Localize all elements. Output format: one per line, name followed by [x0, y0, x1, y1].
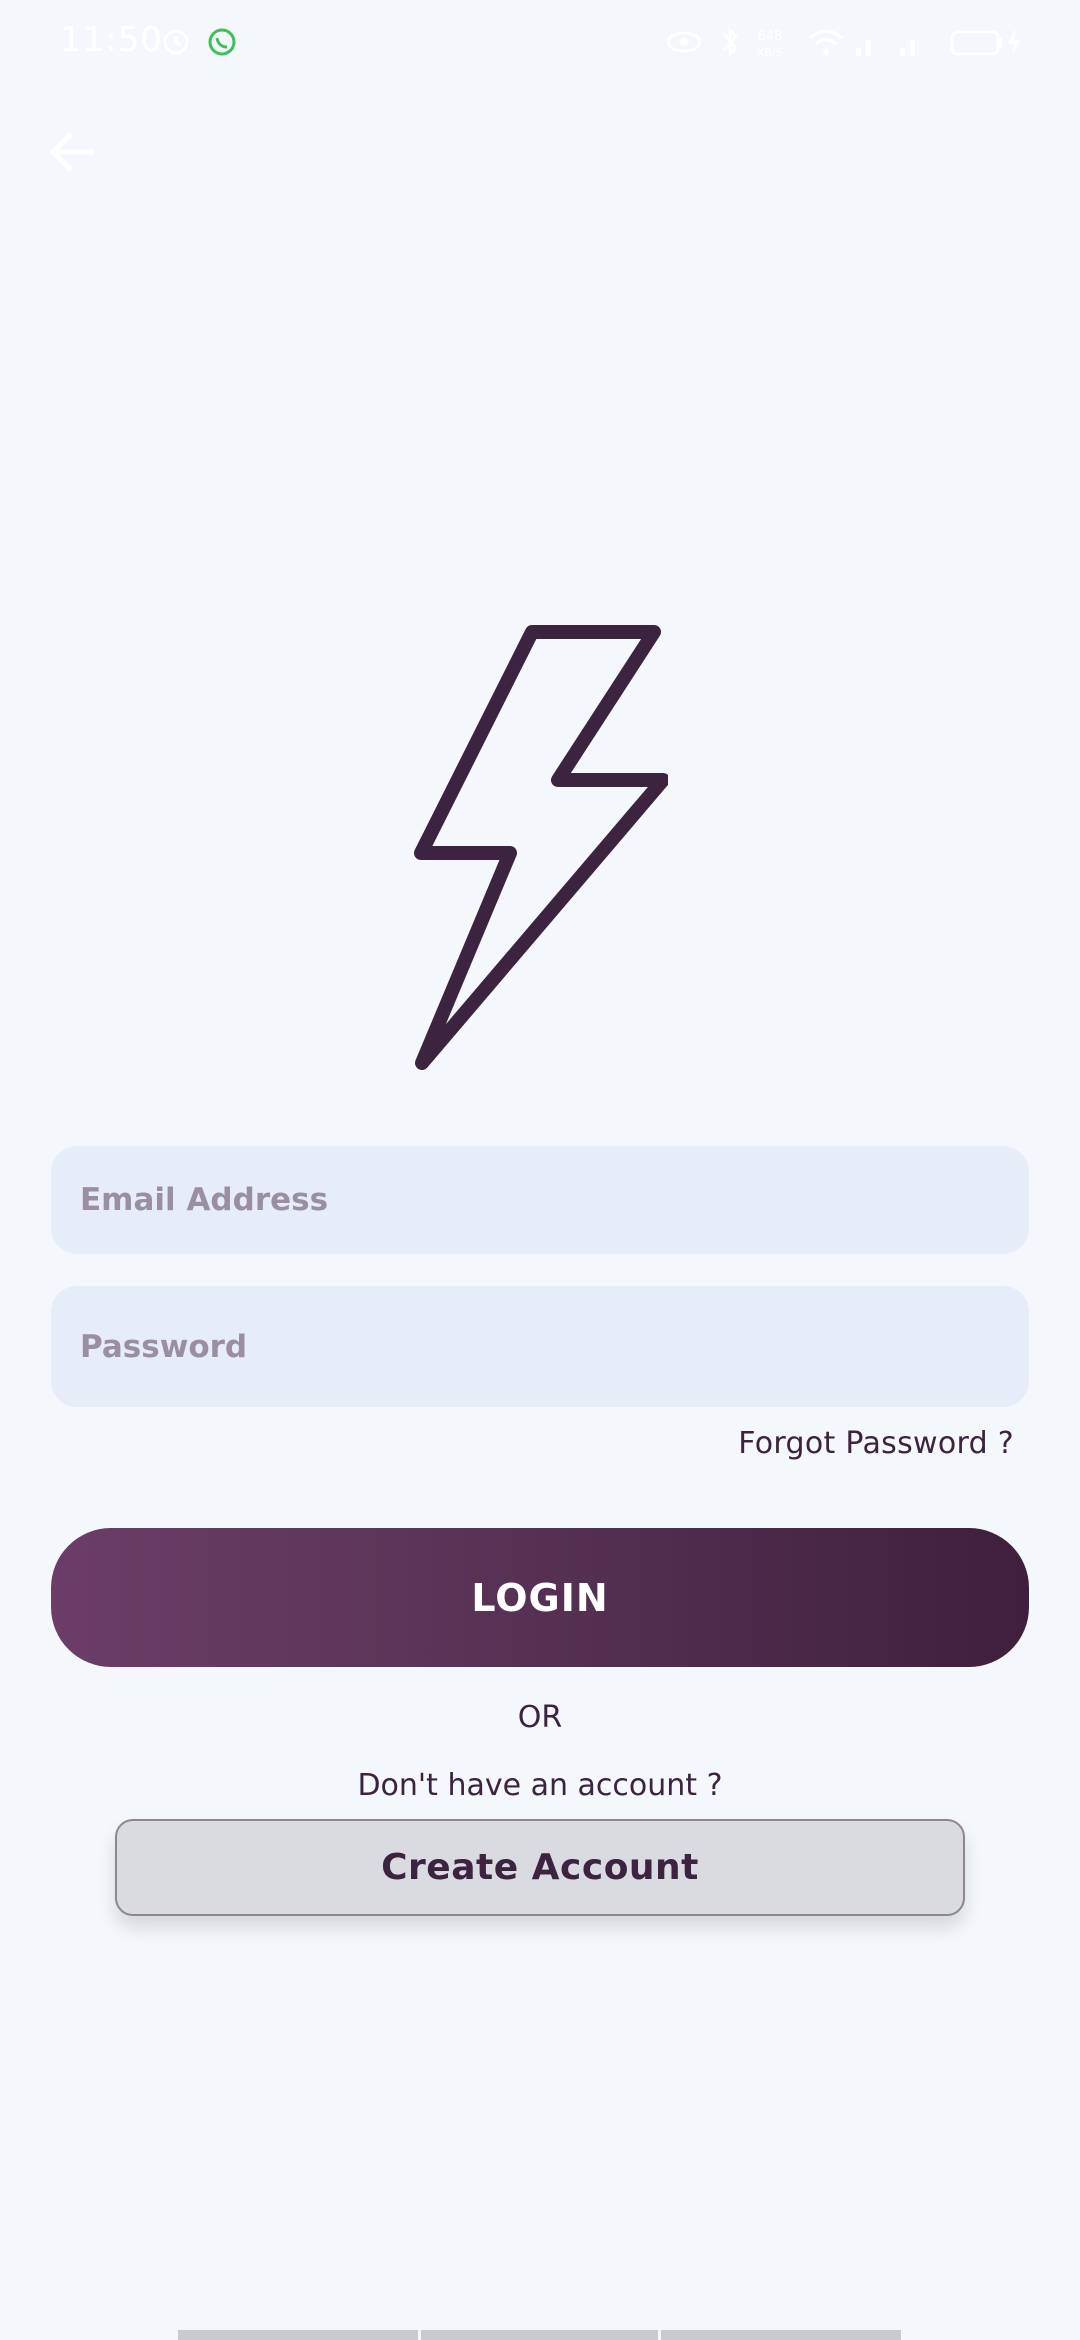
nav-handle-center	[421, 2330, 658, 2340]
forgot-password-link[interactable]: Forgot Password ?	[738, 1426, 1014, 1461]
or-divider-text: OR	[517, 1700, 563, 1735]
password-input[interactable]	[78, 1327, 1029, 1366]
arrow-left-icon	[50, 132, 95, 172]
svg-text:648: 648	[758, 29, 783, 44]
email-field-container	[51, 1146, 1029, 1254]
whatsapp-icon	[208, 28, 236, 56]
password-field-container	[51, 1286, 1029, 1407]
data-speed-icon: 648 KB/S	[757, 29, 783, 59]
status-bar: 11:50 648 KB/S	[0, 0, 1080, 84]
lightning-bolt-icon	[414, 625, 668, 1070]
login-button[interactable]: LOGIN	[51, 1528, 1029, 1667]
bluetooth-icon	[723, 26, 738, 58]
signal-icon-2	[900, 40, 915, 56]
status-time: 11:50	[60, 20, 163, 60]
nav-handle-right	[661, 2330, 901, 2340]
nav-handle-left	[178, 2330, 418, 2340]
no-account-text: Don't have an account ?	[357, 1768, 723, 1803]
charging-icon	[1008, 28, 1020, 56]
signal-icon	[856, 40, 871, 56]
create-account-button[interactable]: Create Account	[115, 1819, 965, 1916]
back-button[interactable]	[40, 120, 104, 184]
wifi-icon	[809, 29, 843, 55]
email-input[interactable]	[78, 1181, 1029, 1219]
alarm-icon	[163, 29, 189, 55]
svg-text:KB/S: KB/S	[757, 46, 782, 59]
battery-icon	[950, 30, 1002, 56]
eye-icon	[666, 31, 702, 53]
